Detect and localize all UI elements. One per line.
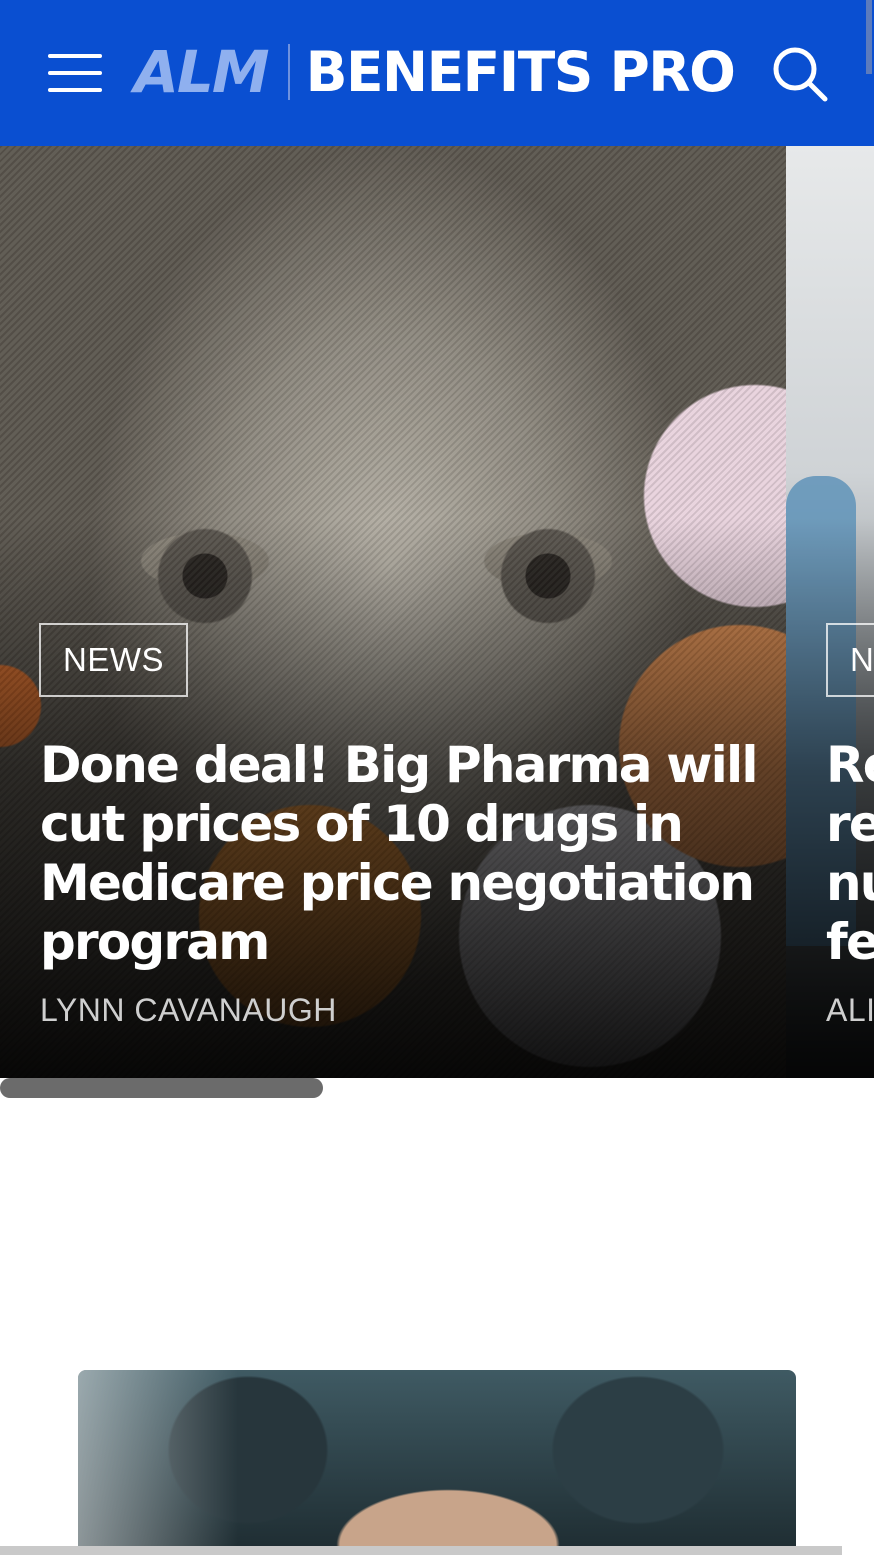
page-horizontal-scrollbar[interactable] [0,1546,842,1555]
carousel-slide[interactable]: NEWS Done deal! Big Pharma will cut pric… [0,146,786,1078]
menu-bar [48,71,102,75]
site-logo[interactable]: ALM BENEFITS PRO [134,36,736,108]
category-tag[interactable]: NEWS [39,623,188,697]
carousel-slide-next[interactable]: N Re re nu fe ALI [786,146,874,1078]
article-card-image[interactable] [78,1370,796,1555]
logo-divider [287,44,290,100]
menu-icon[interactable] [46,50,104,96]
carousel-scrollbar[interactable] [0,1078,874,1100]
category-tag[interactable]: N [826,623,874,697]
logo-alm-text: ALM [134,38,270,106]
site-header: ALM BENEFITS PRO [0,0,874,146]
slide-headline[interactable]: Re re nu fe [826,736,874,972]
slide-headline[interactable]: Done deal! Big Pharma will cut prices of… [40,736,780,972]
slide-author[interactable]: ALI [826,992,874,1029]
search-icon[interactable] [768,42,832,106]
slide-author[interactable]: LYNN CAVANAUGH [40,992,337,1029]
logo-brand-text: BENEFITS PRO [305,40,736,104]
featured-carousel[interactable]: NEWS Done deal! Big Pharma will cut pric… [0,146,874,1078]
menu-bar [48,54,102,58]
carousel-scroll-thumb[interactable] [0,1078,323,1098]
header-scrollbar[interactable] [864,0,874,74]
menu-bar [48,88,102,92]
